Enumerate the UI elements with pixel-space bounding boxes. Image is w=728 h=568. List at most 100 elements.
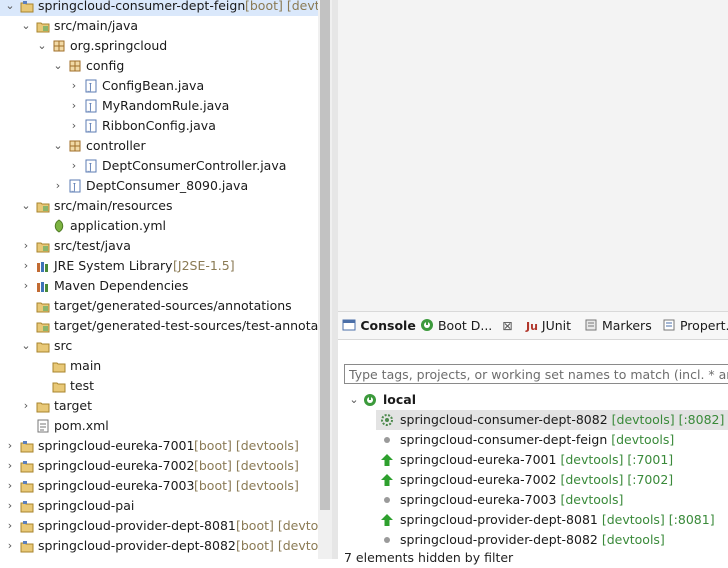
chevron-right-icon[interactable]: › <box>4 436 16 456</box>
java-file-icon: J <box>84 159 98 173</box>
boot-app-item[interactable]: springcloud-consumer-dept-8082 [devtools… <box>376 410 728 430</box>
folder-icon <box>36 399 50 413</box>
library-icon <box>36 279 50 293</box>
tree-item[interactable]: › JRE System Library [J2SE-1.5] <box>0 256 318 276</box>
tree-item-decoration: [boot] [devtools] <box>194 478 299 493</box>
chevron-right-icon[interactable]: › <box>68 116 80 136</box>
chevron-down-icon[interactable]: ⌄ <box>20 336 32 356</box>
chevron-down-icon[interactable]: ⌄ <box>348 390 360 410</box>
app-name: springcloud-provider-dept-8082 <box>400 532 598 547</box>
running-arrow-icon <box>381 474 393 486</box>
tree-item[interactable]: pom.xml <box>0 416 318 436</box>
app-tags: [devtools] <box>560 492 624 507</box>
dashboard-group-local[interactable]: ⌄ local <box>338 390 728 410</box>
chevron-right-icon[interactable]: › <box>20 396 32 416</box>
boot-dashboard-icon <box>421 319 433 331</box>
tree-item[interactable]: ⌄ org.springcloud <box>0 36 318 56</box>
tab-junit[interactable]: Ju JUnit <box>526 316 571 336</box>
source-folder-icon <box>36 239 50 253</box>
stopped-dot-icon <box>384 497 390 503</box>
tree-item[interactable]: › springcloud-provider-dept-8081 [boot] [… <box>0 516 318 536</box>
tree-item[interactable]: target/generated-sources/annotations <box>0 296 318 316</box>
tree-item-decoration: [J2SE-1.5] <box>173 258 235 273</box>
tree-item[interactable]: › src/test/java <box>0 236 318 256</box>
chevron-right-icon[interactable]: › <box>52 176 64 196</box>
markers-icon <box>585 319 597 331</box>
tree-item[interactable]: ⌄ src/main/resources <box>0 196 318 216</box>
bottom-panel: Console Boot D... ⊠ Ju JUnit Markers Pro… <box>338 311 728 565</box>
stopped-dot-icon <box>384 437 390 443</box>
tree-item-label: controller <box>86 138 146 153</box>
tree-item[interactable]: › springcloud-pai <box>0 496 318 516</box>
tree-item[interactable]: ⌄ src <box>0 336 318 356</box>
tree-item[interactable]: › J MyRandomRule.java <box>0 96 318 116</box>
tree-item[interactable]: ⌄ springcloud-consumer-dept-feign [boot] … <box>0 0 318 16</box>
tree-item[interactable]: ⌄ controller <box>0 136 318 156</box>
app-port: [:8082] <box>678 412 725 427</box>
chevron-down-icon[interactable]: ⌄ <box>52 56 64 76</box>
tree-item-label: springcloud-consumer-dept-feign <box>38 0 246 13</box>
tree-item-label: RibbonConfig.java <box>102 118 216 133</box>
dashboard-filter-input[interactable]: Type tags, projects, or working set name… <box>344 364 728 384</box>
tree-item-decoration: [boot] [devtools] <box>194 458 299 473</box>
tree-item-label: MyRandomRule.java <box>102 98 230 113</box>
tree-item[interactable]: › springcloud-eureka-7002 [boot] [devtool… <box>0 456 318 476</box>
tree-item[interactable]: main <box>0 356 318 376</box>
chevron-right-icon[interactable]: › <box>4 516 16 536</box>
tree-item[interactable]: ⌄ src/main/java <box>0 16 318 36</box>
chevron-down-icon[interactable]: ⌄ <box>36 36 48 56</box>
svg-text:J: J <box>88 103 93 113</box>
console-icon <box>342 319 356 331</box>
tree-item[interactable]: › target <box>0 396 318 416</box>
tree-item[interactable]: › J ConfigBean.java <box>0 76 318 96</box>
chevron-right-icon[interactable]: › <box>20 236 32 256</box>
java-file-icon: J <box>84 99 98 113</box>
chevron-right-icon[interactable]: › <box>68 96 80 116</box>
tree-item-decoration: [boot] [devtools] <box>194 438 299 453</box>
svg-text:J: J <box>72 183 77 193</box>
tree-item-label: src <box>54 338 73 353</box>
tree-item[interactable]: target/generated-test-sources/test-annot… <box>0 316 318 336</box>
chevron-right-icon[interactable]: › <box>20 256 32 276</box>
app-name: springcloud-provider-dept-8081 <box>400 512 598 527</box>
tree-item[interactable]: › springcloud-eureka-7003 [boot] [devtool… <box>0 476 318 496</box>
tree-item[interactable]: application.yml <box>0 216 318 236</box>
chevron-down-icon[interactable]: ⌄ <box>52 136 64 156</box>
explorer-scrollbar-thumb[interactable] <box>320 0 330 510</box>
tree-item-label: springcloud-pai <box>38 498 135 513</box>
tree-item[interactable]: ⌄ config <box>0 56 318 76</box>
source-folder-icon <box>36 19 50 33</box>
chevron-right-icon[interactable]: › <box>68 156 80 176</box>
tab-boot-dashboard[interactable]: Boot D... ⊠ <box>420 316 513 336</box>
tab-properties[interactable]: Propert. <box>662 316 728 336</box>
chevron-down-icon[interactable]: ⌄ <box>20 196 32 216</box>
source-folder-icon <box>36 299 50 313</box>
chevron-right-icon[interactable]: › <box>20 276 32 296</box>
tab-markers[interactable]: Markers <box>584 316 652 336</box>
tree-item[interactable]: › springcloud-provider-dept-8082 [boot] [… <box>0 536 318 556</box>
xml-file-icon <box>36 419 50 433</box>
chevron-right-icon[interactable]: › <box>4 456 16 476</box>
tree-item[interactable]: › springcloud-eureka-7001 [boot] [devtool… <box>0 436 318 456</box>
svg-text:J: J <box>88 163 93 173</box>
tree-item[interactable]: › J RibbonConfig.java <box>0 116 318 136</box>
chevron-right-icon[interactable]: › <box>4 476 16 496</box>
chevron-right-icon[interactable]: › <box>4 496 16 516</box>
chevron-right-icon[interactable]: › <box>68 76 80 96</box>
app-port: [:8081] <box>668 512 715 527</box>
close-tab-icon[interactable]: ⊠ <box>502 318 512 333</box>
project-icon <box>20 499 34 513</box>
package-icon <box>52 39 66 53</box>
java-file-icon: J <box>84 79 98 93</box>
tree-item[interactable]: › Maven Dependencies <box>0 276 318 296</box>
chevron-down-icon[interactable]: ⌄ <box>4 0 16 16</box>
chevron-down-icon[interactable]: ⌄ <box>20 16 32 36</box>
running-arrow-icon <box>381 514 393 526</box>
tree-item[interactable]: test <box>0 376 318 396</box>
chevron-right-icon[interactable]: › <box>4 536 16 556</box>
tab-console[interactable]: Console <box>342 316 416 336</box>
tree-item-label: springcloud-eureka-7003 <box>38 478 195 493</box>
tree-item-label: target/generated-test-sources/test-annot… <box>54 318 318 333</box>
tree-item[interactable]: › J DeptConsumerController.java <box>0 156 318 176</box>
tree-item[interactable]: › J DeptConsumer_8090.java <box>0 176 318 196</box>
